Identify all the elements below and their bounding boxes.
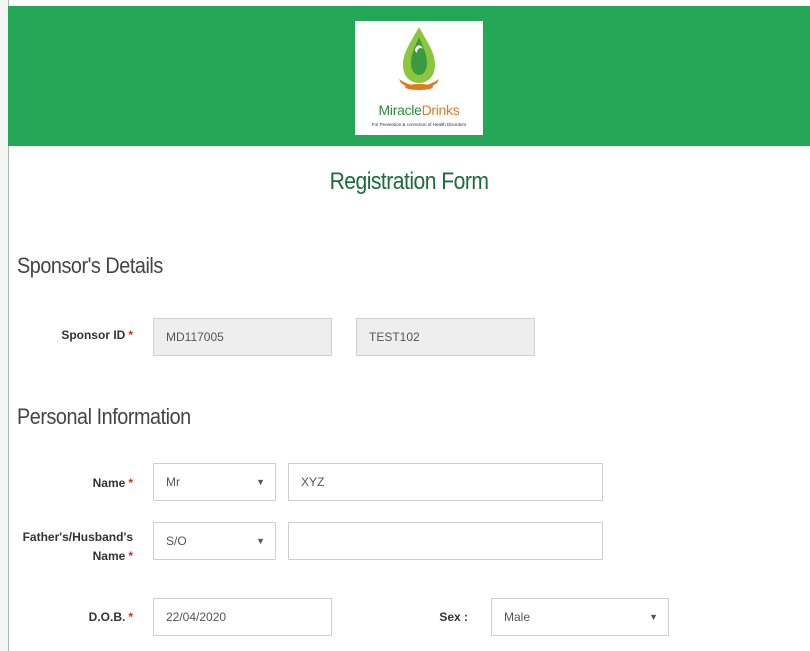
sponsor-id-label-text: Sponsor ID [61,328,126,342]
page-title: Registration Form [329,168,489,195]
relation-label-line2: Name [92,549,126,563]
logo-brand-part1: Miracle [378,102,422,118]
personal-section-heading: Personal Information [17,404,191,429]
relation-name-input[interactable] [288,522,603,560]
site-header: MiracleDrinks For Prevention & correctio… [8,6,810,146]
required-marker: * [128,549,133,563]
miracle-drinks-logo-icon [399,27,439,90]
relation-label: Father's/Husband's Name * [20,528,133,566]
dob-label-text: D.O.B. [88,610,126,624]
name-input-value: XYZ [301,475,325,489]
name-input[interactable]: XYZ [288,463,603,501]
logo-brand-part2: Drinks [421,102,460,118]
relation-select[interactable]: S/O ▼ [153,522,276,560]
sponsor-id-field[interactable]: MD117005 [153,318,332,356]
sex-label: Sex : [439,610,468,624]
relation-label-line1: Father's/Husband's [22,530,133,544]
chevron-down-icon: ▼ [256,477,265,487]
dob-input[interactable]: 22/04/2020 [153,598,332,636]
sponsor-id-label: Sponsor ID * [30,326,133,345]
logo-brand-text: MiracleDrinks [355,102,483,118]
required-marker: * [128,610,133,624]
name-label-text: Name [92,476,126,490]
sponsor-name-field[interactable]: TEST102 [356,318,535,356]
sponsor-name-value: TEST102 [369,330,420,344]
title-select[interactable]: Mr ▼ [153,463,276,501]
chevron-down-icon: ▼ [649,612,658,622]
chevron-down-icon: ▼ [256,536,265,546]
sponsor-section-heading: Sponsor's Details [17,253,163,278]
site-logo[interactable]: MiracleDrinks For Prevention & correctio… [355,21,483,135]
required-marker: * [128,328,133,342]
logo-tagline: For Prevention & correction of Health Di… [371,122,467,127]
sex-select-value: Male [504,610,531,624]
name-label: Name * [30,474,133,493]
dob-input-value: 22/04/2020 [166,610,227,624]
dob-label: D.O.B. * [30,608,133,627]
required-marker: * [128,476,133,490]
sex-select[interactable]: Male ▼ [491,598,669,636]
relation-select-value: S/O [166,534,187,548]
title-select-value: Mr [166,475,180,489]
sponsor-id-value: MD117005 [166,330,224,344]
